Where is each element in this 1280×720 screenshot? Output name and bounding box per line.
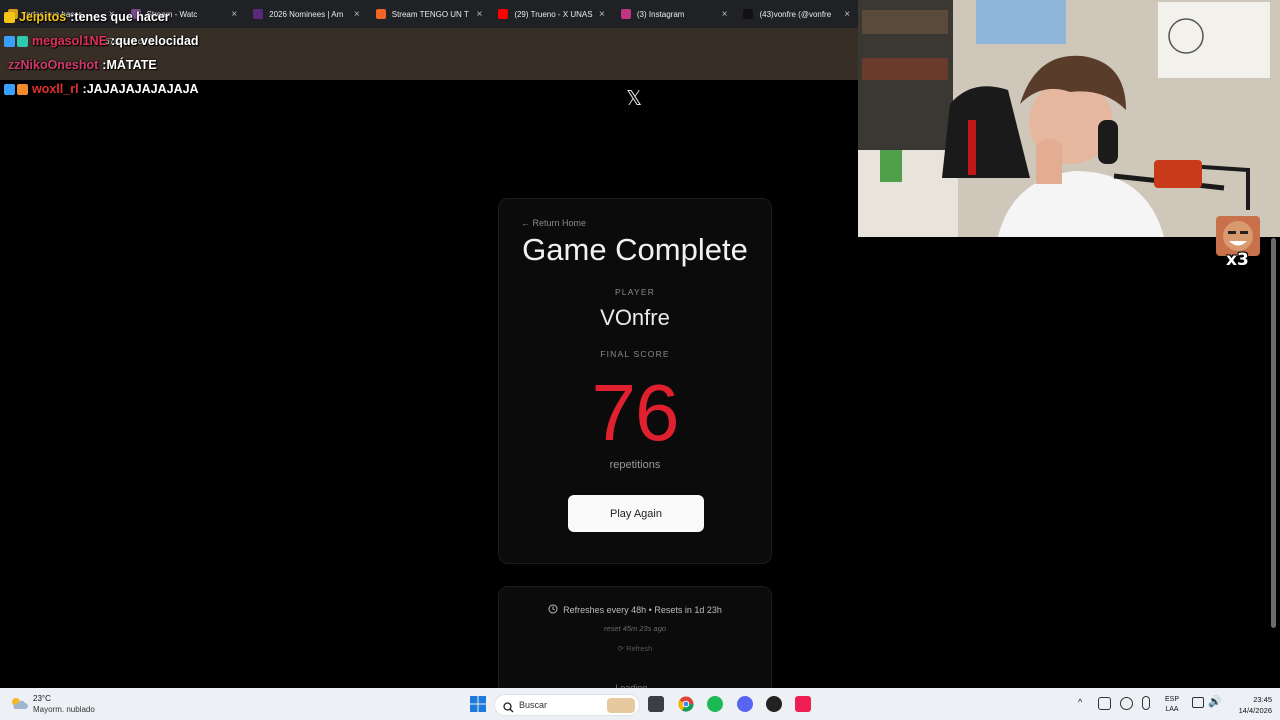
- language-indicator[interactable]: ESP LAA: [1160, 695, 1184, 715]
- emote-count: x3: [1226, 250, 1249, 270]
- tab-favicon-icon: [743, 9, 754, 19]
- badge-icon: [4, 83, 15, 95]
- player-label: PLAYER: [614, 287, 656, 297]
- search-highlight-icon: [607, 698, 635, 713]
- refresh-info-card: Refreshes every 48h • Resets in 1d 23h r…: [498, 586, 772, 696]
- chat-badges: [4, 35, 28, 47]
- volume-icon[interactable]: 🔊: [1208, 695, 1222, 708]
- chevron-up-icon[interactable]: ^: [1078, 697, 1082, 707]
- chat-text: MÁTATE: [106, 58, 157, 72]
- weather-description[interactable]: Mayorm. nublado: [33, 705, 95, 714]
- clock-date: 14/4/2026: [1238, 706, 1272, 715]
- chat-username: Jeipitos: [19, 10, 67, 24]
- tab-favicon-icon: [620, 9, 631, 19]
- refresh-icon: ⟳: [617, 644, 624, 653]
- page-title: Game Complete: [522, 232, 748, 267]
- x-logo-icon[interactable]: 𝕏: [626, 86, 642, 110]
- webcam-overlay: [858, 0, 1280, 237]
- file-explorer-icon[interactable]: [648, 696, 664, 712]
- chat-text: tenes que hacer: [74, 10, 170, 24]
- badge-icon: [4, 35, 15, 47]
- clock-time: 23:45: [1253, 695, 1272, 704]
- discord-icon[interactable]: [737, 696, 753, 712]
- refresh-button[interactable]: ⟳ Refresh: [499, 644, 771, 653]
- chat-text: JAJAJAJAJAJAJA: [86, 82, 199, 96]
- language-top: ESP: [1164, 696, 1179, 703]
- reset-ago-text: reset 45m 23s ago: [603, 624, 667, 633]
- chat-message: Jeipitos: tenes que hacer: [4, 5, 564, 29]
- chat-message: woxll_rl: JAJAJAJAJAJAJA: [4, 77, 564, 101]
- search-placeholder: Buscar: [519, 700, 548, 710]
- chat-badges: [4, 83, 28, 95]
- stream-chat-overlay: Jeipitos: tenes que hacer megasol1NE: que…: [4, 5, 564, 101]
- windows-taskbar: 23°C Mayorm. nublado Buscar ^ ESP LAA �: [0, 688, 1280, 720]
- cloud-sun-icon[interactable]: [10, 696, 28, 710]
- network-off-icon[interactable]: [1120, 697, 1133, 710]
- system-clock[interactable]: 23:45 14/4/2026: [1222, 694, 1272, 716]
- refresh-info: Refreshes every 48h • Resets in 1d 23h: [499, 604, 771, 615]
- page-scrollbar[interactable]: [1271, 238, 1276, 628]
- close-tab-icon[interactable]: ×: [844, 9, 850, 20]
- taskbar-search-box[interactable]: Buscar: [494, 694, 640, 716]
- sync-icon[interactable]: [1098, 697, 1111, 710]
- tab-title: (3) Instagram: [636, 9, 685, 19]
- screen: tenes que hacer × Stream - Watc × 2026 Nomin…: [0, 0, 1280, 720]
- tab-title: (43)vonfre (@vonfre: [759, 9, 832, 19]
- badge-icon: [4, 11, 15, 23]
- chat-username: zzNikoOneshot: [8, 58, 99, 72]
- chat-message: megasol1NE: que velocidad: [4, 29, 564, 53]
- obs-icon[interactable]: [766, 696, 782, 712]
- close-tab-icon[interactable]: ×: [722, 9, 728, 20]
- chat-username: woxll_rl: [32, 82, 79, 96]
- play-again-button[interactable]: Play Again: [568, 495, 704, 532]
- language-bottom: LAA: [1165, 706, 1179, 713]
- refresh-button-label: Refresh: [626, 644, 653, 653]
- final-score-label: FINAL SCORE: [600, 349, 670, 359]
- chat-text: que velocidad: [115, 34, 199, 48]
- close-tab-icon[interactable]: ×: [599, 9, 605, 20]
- chat-message: zzNikoOneshot: MÁTATE: [4, 53, 564, 77]
- game-complete-card: ← Return Home Game Complete PLAYER VOnfr…: [498, 198, 772, 564]
- spotify-icon[interactable]: [707, 696, 723, 712]
- microphone-icon[interactable]: [1142, 696, 1150, 710]
- badge-icon: [17, 35, 28, 47]
- weather-temperature[interactable]: 23°C: [33, 694, 51, 703]
- browser-tab[interactable]: (43)vonfre (@vonfre ×: [735, 0, 858, 28]
- score-unit: repetitions: [609, 459, 661, 471]
- badge-icon: [17, 83, 28, 95]
- browser-tab[interactable]: (3) Instagram ×: [613, 0, 736, 28]
- tiktok-icon[interactable]: [795, 696, 811, 712]
- player-name: VOnfre: [600, 305, 670, 330]
- search-icon: [503, 700, 514, 718]
- return-home-link[interactable]: ← Return Home: [521, 218, 586, 228]
- chrome-icon[interactable]: [678, 696, 694, 712]
- refresh-info-text: Refreshes every 48h • Resets in 1d 23h: [563, 605, 722, 615]
- clock-icon: [548, 604, 558, 615]
- final-score-value: 76: [591, 368, 680, 457]
- display-icon[interactable]: [1192, 697, 1204, 708]
- chat-badges: [4, 11, 15, 23]
- chat-username: megasol1NE: [32, 34, 108, 48]
- windows-start-icon[interactable]: [470, 696, 486, 712]
